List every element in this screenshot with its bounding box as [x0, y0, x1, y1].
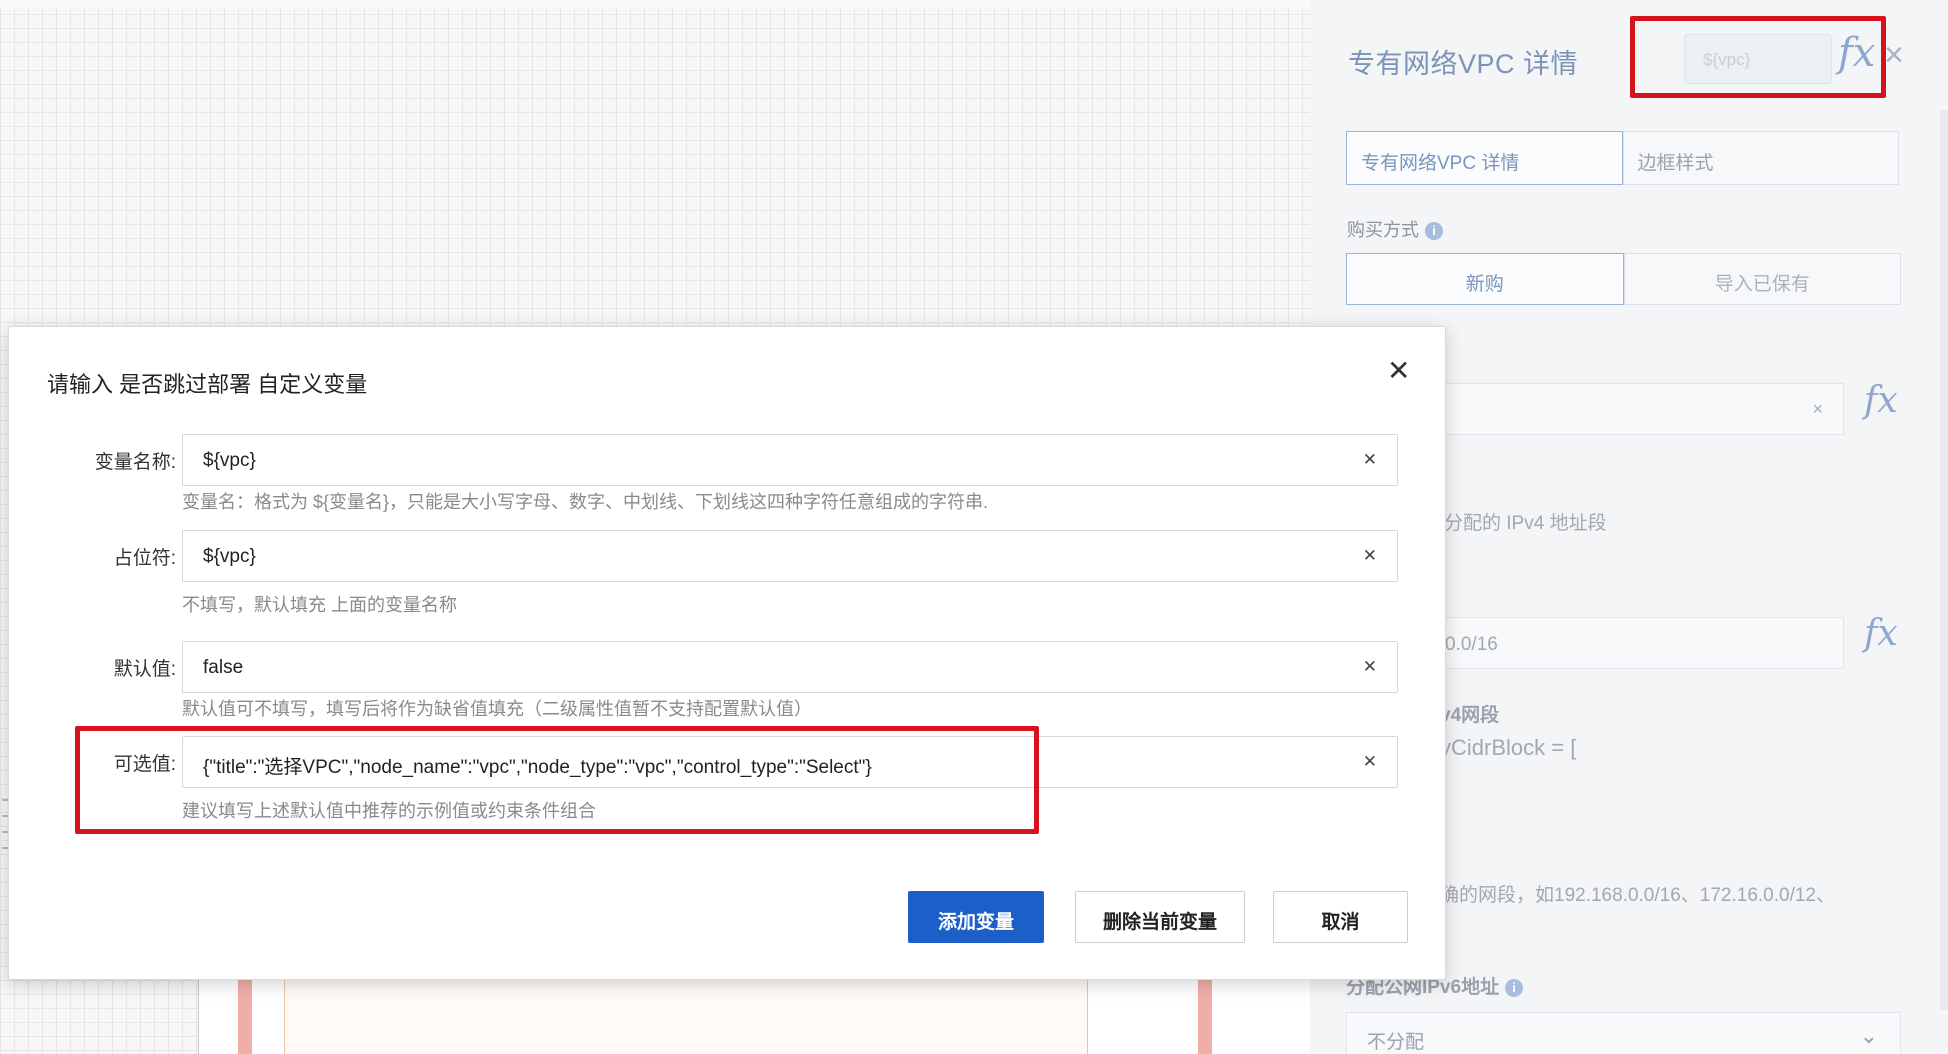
placeholder-hint: 不填写，默认填充 上面的变量名称 — [182, 595, 457, 615]
clear-icon[interactable]: ✕ — [1363, 450, 1377, 470]
close-icon[interactable]: ✕ — [1387, 357, 1410, 385]
panel-tabs: 专有网络VPC 详情 边框样式 — [1346, 131, 1899, 185]
purchase-option-import[interactable]: 导入已保有 — [1623, 253, 1901, 305]
chevron-down-icon: ⌄ — [1859, 1023, 1878, 1048]
fx-icon-cidr[interactable]: fx — [1864, 613, 1898, 654]
canvas-node-bar-left — [238, 978, 252, 1054]
ipv6-label: 分配公网IPv6地址 — [1346, 977, 1500, 998]
clear-icon[interactable]: ✕ — [1363, 657, 1377, 677]
default-value-hint: 默认值可不填写，填写后将作为缺省值填充（二级属性值暂不支持配置默认值） — [182, 699, 812, 719]
add-variable-button[interactable]: 添加变量 — [908, 891, 1044, 943]
clear-icon[interactable]: ✕ — [1363, 546, 1377, 566]
purchase-label-row: 购买方式 i — [1347, 216, 1443, 242]
tab-vpc-detail[interactable]: 专有网络VPC 详情 — [1346, 131, 1623, 185]
delete-variable-button[interactable]: 删除当前变量 — [1075, 891, 1245, 943]
info-icon[interactable]: i — [1425, 222, 1443, 240]
panel-name-input[interactable]: × — [1440, 383, 1844, 435]
tab-border-style[interactable]: 边框样式 — [1622, 131, 1899, 185]
cancel-button[interactable]: 取消 — [1273, 891, 1408, 943]
optional-values-input[interactable]: {"title":"选择VPC","node_name":"vpc","node… — [182, 736, 1398, 788]
panel-title: 专有网络VPC 详情 — [1348, 49, 1579, 79]
variable-name-hint: 变量名：格式为 ${变量名}，只能是大小写字母、数字、中划线、下划线这四种字符任… — [182, 492, 989, 512]
optional-values-label: 可选值: — [113, 754, 176, 775]
canvas-node-bar-right — [1198, 978, 1212, 1054]
clear-icon[interactable]: × — [1812, 399, 1823, 420]
placeholder-label: 占位符: — [113, 548, 176, 569]
purchase-option-new[interactable]: 新购 — [1346, 253, 1624, 305]
placeholder-input[interactable]: ${vpc} ✕ — [182, 530, 1398, 582]
ipv6-select[interactable]: 不分配 ⌄ — [1346, 1012, 1901, 1054]
purchase-options: 新购 导入已保有 — [1346, 253, 1901, 305]
default-value-input[interactable]: false ✕ — [182, 641, 1398, 693]
variable-name-value: ${vpc} — [203, 450, 256, 471]
ipv6-select-value: 不分配 — [1367, 1032, 1425, 1053]
dialog-title: 请输入 是否跳过部署 自定义变量 — [47, 372, 368, 397]
variable-name-input[interactable]: ${vpc} ✕ — [182, 434, 1398, 486]
canvas-node-box — [284, 978, 1088, 1054]
highlight-frame-fx — [1630, 16, 1886, 98]
fx-icon-name[interactable]: fx — [1864, 380, 1898, 421]
panel-close-icon[interactable]: × — [1884, 38, 1904, 72]
optional-values-value: {"title":"选择VPC","node_name":"vpc","node… — [203, 757, 872, 778]
canvas-top-strip — [0, 0, 1310, 8]
cidr-input[interactable]: 0.0/16 — [1440, 617, 1844, 669]
purchase-label: 购买方式 — [1347, 220, 1419, 240]
optional-values-hint: 建议填写上述默认值中推荐的示例值或约束条件组合 — [182, 801, 596, 821]
ipv4-segment-label: v4网段 — [1440, 705, 1500, 726]
ipv4-desc: 分配的 IPv4 地址段 — [1444, 513, 1607, 534]
clear-icon[interactable]: ✕ — [1363, 752, 1377, 772]
info-icon-ipv6[interactable]: i — [1505, 979, 1524, 997]
cidr-hint: 确的网段，如192.168.0.0/16、172.16.0.0/12、 — [1440, 885, 1836, 906]
cidr-block-code: yCidrBlock = [ — [1440, 735, 1577, 760]
panel-scrollbar[interactable] — [1940, 110, 1948, 1010]
default-value-label: 默认值: — [113, 659, 176, 680]
placeholder-value: ${vpc} — [203, 546, 256, 567]
default-value-value: false — [203, 657, 244, 678]
variable-name-label: 变量名称: — [94, 452, 176, 473]
